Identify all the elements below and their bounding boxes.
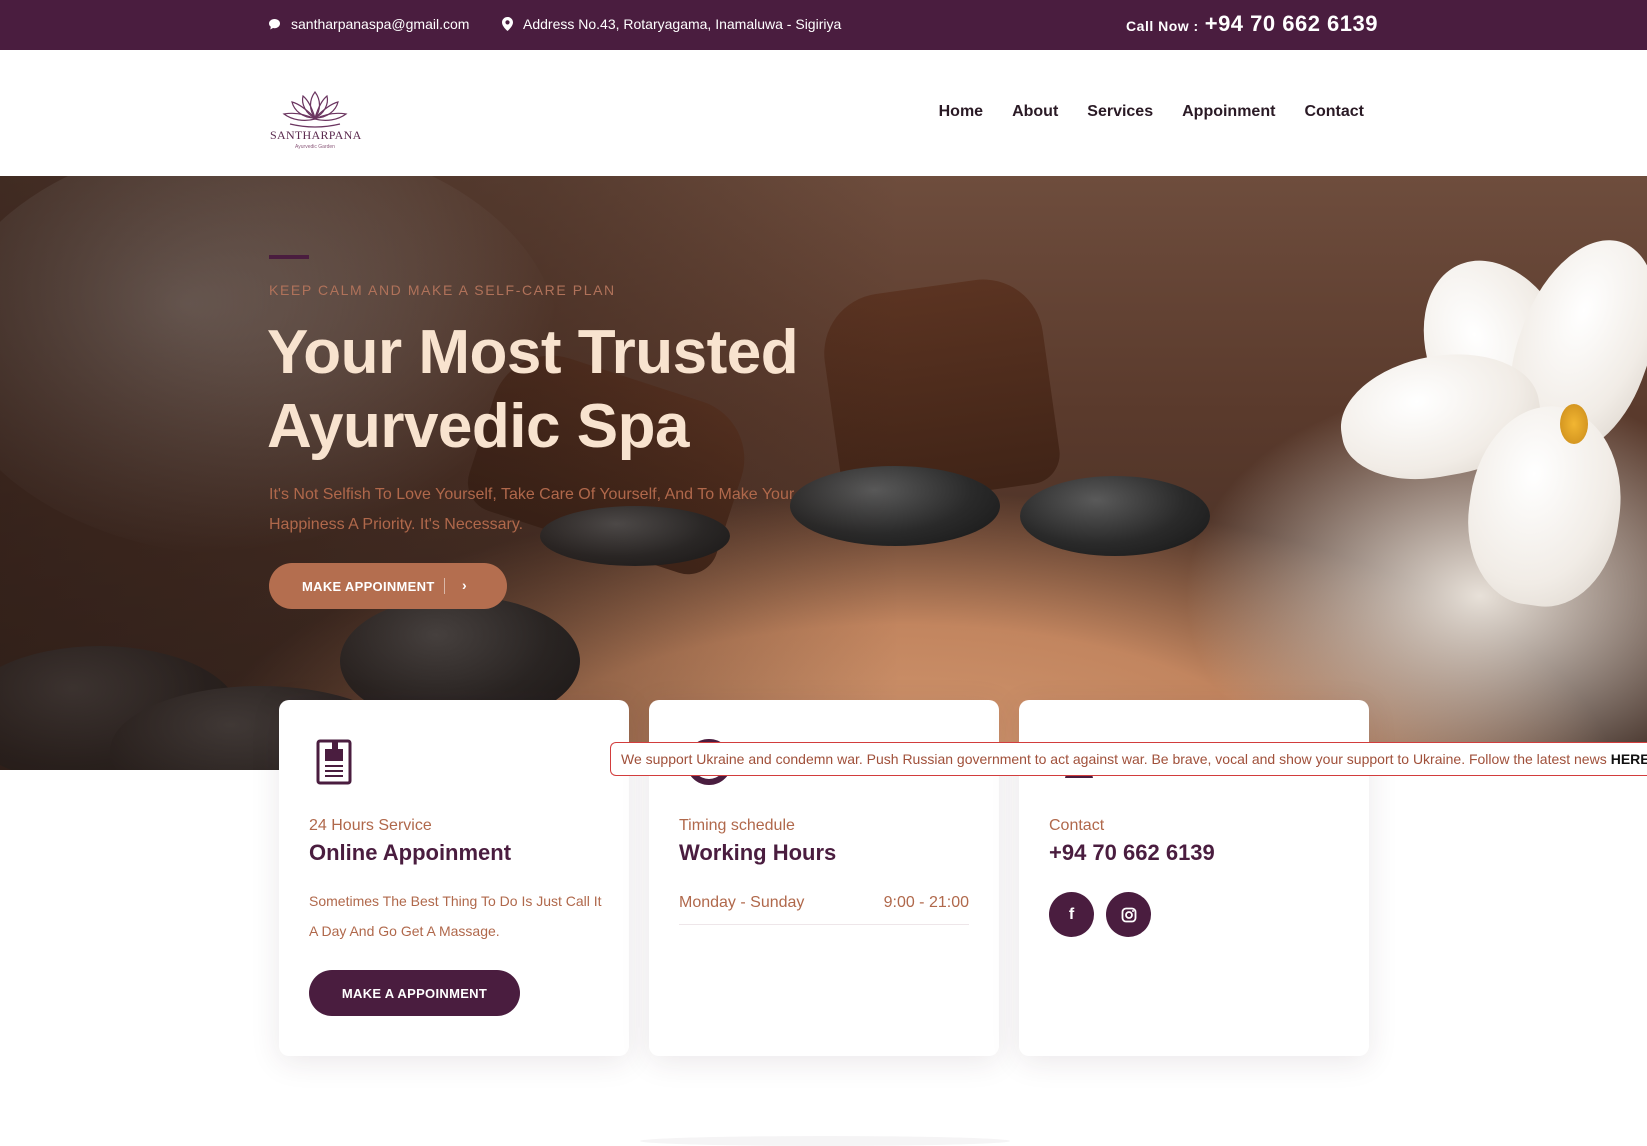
map-pin-icon (502, 17, 513, 31)
button-divider (444, 578, 445, 594)
main-nav: Home About Services Appoinment Contact (939, 103, 1364, 121)
hero-title-line-2: Ayurvedic Spa (267, 392, 689, 461)
hours-time: 9:00 - 21:00 (883, 894, 969, 911)
nav-contact[interactable]: Contact (1304, 103, 1364, 121)
site-logo[interactable]: SANTHARPANA Ayurvedic Garden (270, 86, 362, 156)
email-contact[interactable]: santharpanaspa@gmail.com (268, 16, 469, 32)
contact-kicker: Contact (1049, 817, 1105, 834)
hero-accent-line (269, 255, 309, 259)
logo-subtitle: Ayurvedic Garden (295, 144, 335, 150)
service-card: 24 Hours Service Online Appoinment Somet… (279, 700, 629, 1056)
service-description: Sometimes The Best Thing To Do Is Just C… (309, 893, 602, 939)
make-appoinment-label: MAKE APPOINMENT (302, 578, 435, 594)
section-shadow (640, 1136, 1010, 1146)
make-appoinment-button[interactable]: MAKE APPOINMENT › (269, 563, 507, 609)
hero-title-line-1: Your Most Trusted (267, 318, 799, 387)
banner-here-link[interactable]: HERE (1611, 751, 1647, 767)
service-title: Online Appoinment (309, 840, 512, 865)
call-now[interactable]: Call Now : +94 70 662 6139 (1126, 11, 1378, 37)
hours-row: Monday - Sunday 9:00 - 21:00 (679, 894, 969, 925)
call-number[interactable]: +94 70 662 6139 (1205, 11, 1378, 37)
ukraine-support-banner: We support Ukraine and condemn war. Push… (610, 742, 1647, 776)
service-kicker: 24 Hours Service (309, 817, 432, 834)
contact-phone[interactable]: +94 70 662 6139 (1049, 840, 1215, 866)
top-bar: santharpanaspa@gmail.com Address No.43, … (0, 0, 1647, 50)
document-icon (316, 739, 352, 785)
nav-services[interactable]: Services (1087, 103, 1153, 121)
nav-home[interactable]: Home (939, 103, 983, 121)
nav-about[interactable]: About (1012, 103, 1058, 121)
hero-kicker: KEEP CALM AND MAKE A SELF-CARE PLAN (269, 282, 616, 298)
hours-days: Monday - Sunday (679, 894, 805, 911)
make-a-appoinment-button[interactable]: MAKE A APPOINMENT (309, 970, 520, 1016)
chat-bubble-icon (268, 18, 281, 31)
hero-description: It's Not Selfish To Love Yourself, Take … (269, 486, 795, 533)
address-contact: Address No.43, Rotaryagama, Inamaluwa - … (502, 16, 841, 32)
call-label: Call Now : (1126, 18, 1199, 34)
timing-title: Working Hours (679, 840, 837, 865)
address-text: Address No.43, Rotaryagama, Inamaluwa - … (523, 16, 842, 32)
site-header: SANTHARPANA Ayurvedic Garden Home About … (0, 50, 1647, 176)
hero-section: KEEP CALM AND MAKE A SELF-CARE PLAN Your… (0, 176, 1647, 770)
timing-kicker: Timing schedule (679, 817, 795, 834)
instagram-icon[interactable] (1106, 892, 1151, 937)
email-text: santharpanaspa@gmail.com (291, 16, 470, 32)
hero-title: Your Most Trusted Ayurvedic Spa (267, 316, 867, 464)
lotus-logo-icon (282, 90, 348, 128)
facebook-icon[interactable]: f (1049, 892, 1094, 937)
logo-text: SANTHARPANA (270, 128, 362, 142)
banner-text: We support Ukraine and condemn war. Push… (621, 751, 1607, 767)
chevron-right-icon: › (462, 577, 467, 593)
nav-appoinment[interactable]: Appoinment (1182, 103, 1275, 121)
